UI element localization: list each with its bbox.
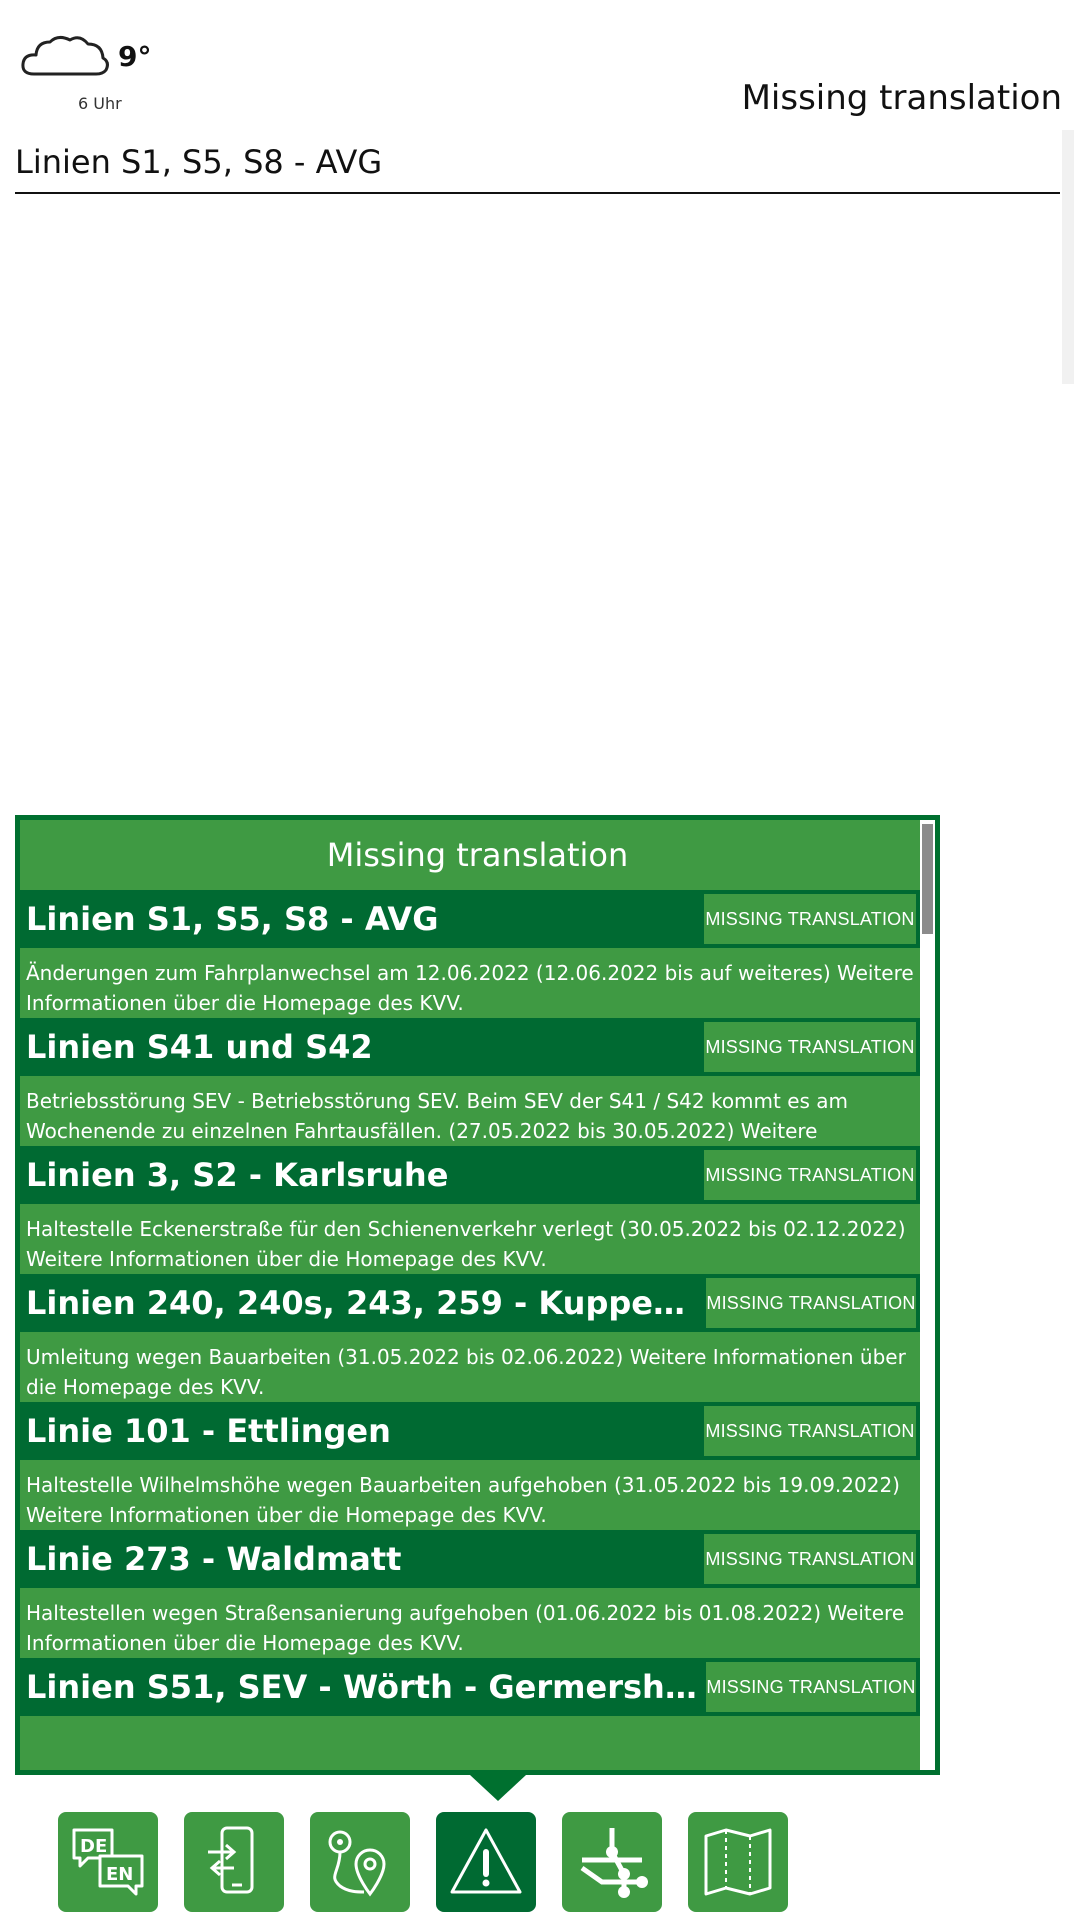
item-tag-button[interactable]: MISSING TRANSLATION bbox=[704, 894, 916, 944]
list-item[interactable]: Linien S1, S5, S8 - AVG MISSING TRANSLAT… bbox=[20, 890, 920, 1018]
temperature: 9° bbox=[118, 40, 152, 73]
weather-widget: 9° 6 Uhr bbox=[20, 30, 151, 120]
list-item[interactable]: Linien S51, SEV - Wörth - Germersheim MI… bbox=[20, 1658, 920, 1770]
map-button[interactable] bbox=[688, 1812, 788, 1912]
item-description: Haltestelle Eckenerstraße für den Schien… bbox=[20, 1208, 920, 1274]
panel-scrollbar[interactable] bbox=[920, 820, 935, 1770]
svg-text:DE: DE bbox=[80, 1836, 107, 1857]
list-item[interactable]: Linie 273 - Waldmatt MISSING TRANSLATION… bbox=[20, 1530, 920, 1658]
departure-button[interactable] bbox=[184, 1812, 284, 1912]
cloud-icon bbox=[21, 35, 109, 76]
warning-icon bbox=[450, 1828, 522, 1894]
list-item[interactable]: Linien 3, S2 - Karlsruhe MISSING TRANSLA… bbox=[20, 1146, 920, 1274]
item-title: Linien S51, SEV - Wörth - Germersheim bbox=[26, 1668, 706, 1706]
list-item[interactable]: Linie 101 - Ettlingen MISSING TRANSLATIO… bbox=[20, 1402, 920, 1530]
panel-pointer bbox=[470, 1775, 526, 1801]
item-title: Linie 101 - Ettlingen bbox=[26, 1412, 391, 1450]
route-button[interactable] bbox=[310, 1812, 410, 1912]
route-icon bbox=[328, 1830, 386, 1897]
item-tag-button[interactable]: MISSING TRANSLATION bbox=[706, 1662, 916, 1712]
language-icon: DE EN bbox=[72, 1828, 144, 1896]
item-title: Linie 273 - Waldmatt bbox=[26, 1540, 402, 1578]
disruptions-list: Linien S1, S5, S8 - AVG MISSING TRANSLAT… bbox=[20, 890, 920, 1770]
item-description: Änderungen zum Fahrplanwechsel am 12.06.… bbox=[20, 952, 920, 1018]
item-tag-button[interactable]: MISSING TRANSLATION bbox=[704, 1534, 916, 1584]
item-description: Haltestelle Wilhelmshöhe wegen Bauarbeit… bbox=[20, 1464, 920, 1530]
departure-icon bbox=[208, 1826, 254, 1894]
network-button[interactable] bbox=[562, 1812, 662, 1912]
item-tag-button[interactable]: MISSING TRANSLATION bbox=[704, 1022, 916, 1072]
item-title: Linien S41 und S42 bbox=[26, 1028, 373, 1066]
language-button[interactable]: DE EN bbox=[58, 1812, 158, 1912]
item-title-row: Linien S41 und S42 MISSING TRANSLATION bbox=[20, 1018, 920, 1076]
disruptions-panel: Missing translation Linien S1, S5, S8 - … bbox=[15, 815, 940, 1775]
map-icon bbox=[704, 1828, 772, 1896]
headline: Linien S1, S5, S8 - AVG bbox=[15, 140, 1060, 194]
scrollbar-thumb[interactable] bbox=[922, 824, 933, 934]
item-description bbox=[20, 1720, 920, 1770]
item-description: Betriebsstörung SEV - Betriebsstörung SE… bbox=[20, 1080, 920, 1146]
warnings-button[interactable] bbox=[436, 1812, 536, 1912]
item-title-row: Linien S51, SEV - Wörth - Germersheim MI… bbox=[20, 1658, 920, 1716]
panel-header: Missing translation bbox=[20, 820, 935, 890]
page-title: Missing translation bbox=[741, 78, 1062, 118]
forecast-time: 6 Uhr bbox=[78, 94, 122, 113]
item-title-row: Linien S1, S5, S8 - AVG MISSING TRANSLAT… bbox=[20, 890, 920, 948]
item-title: Linien 3, S2 - Karlsruhe bbox=[26, 1156, 449, 1194]
item-description: Haltestellen wegen Straßensanierung aufg… bbox=[20, 1592, 920, 1658]
item-tag-button[interactable]: MISSING TRANSLATION bbox=[706, 1278, 916, 1328]
item-tag-button[interactable]: MISSING TRANSLATION bbox=[704, 1150, 916, 1200]
item-title-row: Linie 273 - Waldmatt MISSING TRANSLATION bbox=[20, 1530, 920, 1588]
item-title-row: Linien 3, S2 - Karlsruhe MISSING TRANSLA… bbox=[20, 1146, 920, 1204]
item-title-row: Linien 240, 240s, 243, 259 - Kuppenh... … bbox=[20, 1274, 920, 1332]
item-title: Linien S1, S5, S8 - AVG bbox=[26, 900, 439, 938]
list-item[interactable]: Linien 240, 240s, 243, 259 - Kuppenh... … bbox=[20, 1274, 920, 1402]
item-tag-button[interactable]: MISSING TRANSLATION bbox=[704, 1406, 916, 1456]
item-description: Umleitung wegen Bauarbeiten (31.05.2022 … bbox=[20, 1336, 920, 1402]
list-item[interactable]: Linien S41 und S42 MISSING TRANSLATION B… bbox=[20, 1018, 920, 1146]
item-title: Linien 240, 240s, 243, 259 - Kuppenh... bbox=[26, 1284, 706, 1322]
item-title-row: Linie 101 - Ettlingen MISSING TRANSLATIO… bbox=[20, 1402, 920, 1460]
svg-text:EN: EN bbox=[106, 1864, 133, 1885]
network-icon bbox=[580, 1828, 648, 1898]
page-scrollbar[interactable] bbox=[1062, 130, 1074, 384]
